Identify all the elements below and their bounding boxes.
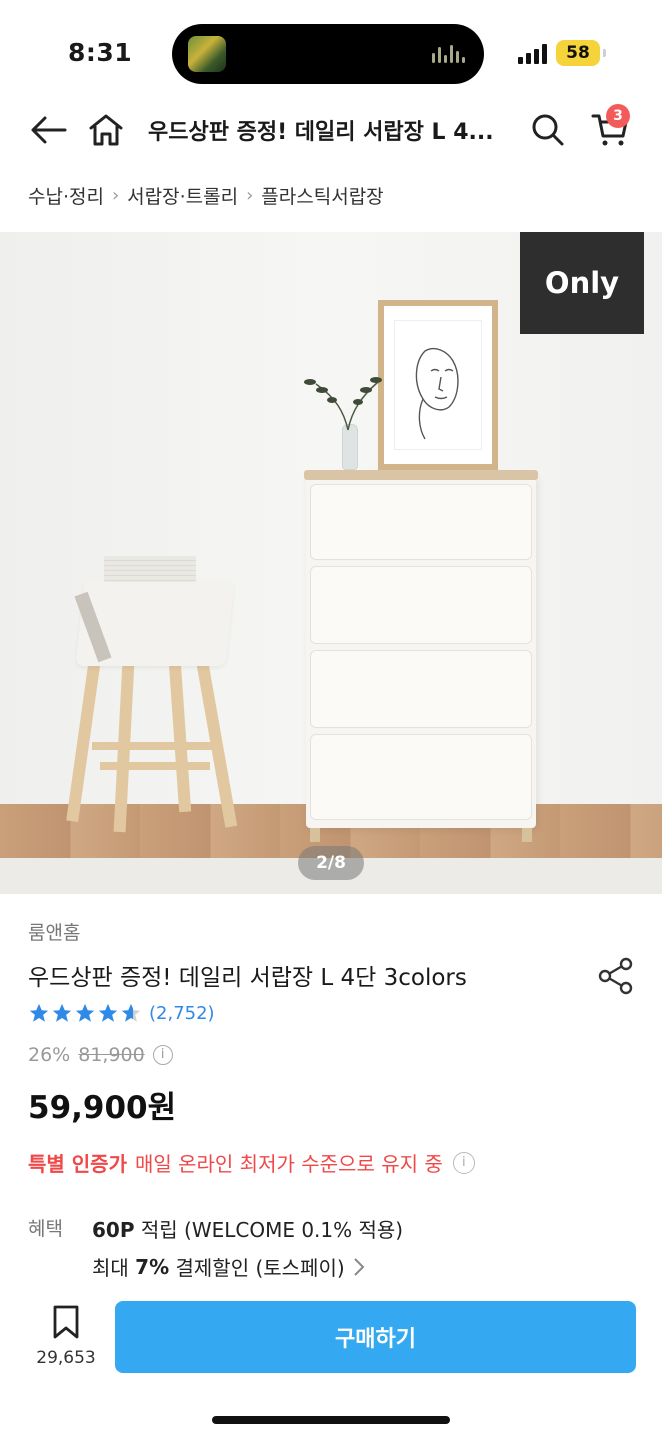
points-benefit: 60P 적립 (WELCOME 0.1% 적용) xyxy=(92,1214,403,1243)
chevron-right-icon: › xyxy=(246,185,254,206)
promo-line: 특별 인증가 매일 온라인 최저가 수준으로 유지 중 i xyxy=(28,1148,475,1177)
breadcrumb-item[interactable]: 수납·정리 xyxy=(28,182,104,209)
bookmark-icon xyxy=(53,1305,79,1339)
breadcrumb: 수납·정리 › 서랍장·트롤리 › 플라스틱서랍장 xyxy=(28,182,384,209)
promo-text: 매일 온라인 최저가 수준으로 유지 중 xyxy=(134,1152,443,1176)
product-name: 우드상판 증정! 데일리 서랍장 L 4단 3colors xyxy=(28,965,467,991)
star-icon xyxy=(75,1003,95,1022)
points-text: 적립 (WELCOME 0.1% 적용) xyxy=(140,1218,404,1242)
payment-text: 결제할인 (토스페이) xyxy=(175,1256,345,1280)
info-icon[interactable]: i xyxy=(452,1151,475,1174)
chevron-right-icon: › xyxy=(111,185,120,206)
payment-benefit[interactable]: 최대 7% 결제할인 (토스페이) xyxy=(92,1252,365,1281)
audio-wave-icon xyxy=(432,42,468,66)
signal-icon xyxy=(518,44,550,64)
payment-prefix: 최대 xyxy=(92,1256,129,1280)
discount-row: 26% 81,900 i xyxy=(28,1044,173,1066)
payment-rate: 7% xyxy=(135,1254,170,1279)
now-playing-artwork xyxy=(188,36,226,72)
books xyxy=(104,556,196,582)
search-icon[interactable] xyxy=(526,108,570,152)
dresser-product xyxy=(304,470,538,842)
breadcrumb-item[interactable]: 서랍장·트롤리 xyxy=(127,182,238,209)
rating[interactable]: (2,752) xyxy=(28,1002,215,1024)
info-icon[interactable]: i xyxy=(152,1045,173,1065)
product-image-carousel[interactable]: Only 2/8 xyxy=(0,232,662,894)
seller-name[interactable]: 룸앤홈 xyxy=(28,918,80,945)
back-icon[interactable] xyxy=(26,108,70,152)
status-bar: 8:31 58 xyxy=(0,0,662,100)
star-icon xyxy=(52,1003,72,1022)
battery-icon: 58 xyxy=(556,40,606,66)
home-icon[interactable] xyxy=(84,108,128,152)
image-pager: 2/8 xyxy=(298,846,364,880)
sale-price: 59,900원 xyxy=(28,1090,177,1126)
plant-branch xyxy=(304,377,382,431)
page-title: 우드상판 증정! 데일리 서랍장 L 4... xyxy=(148,120,494,145)
dynamic-island[interactable] xyxy=(172,24,484,84)
chevron-right-icon xyxy=(353,1257,365,1276)
star-half-icon xyxy=(121,1003,141,1022)
original-price: 81,900 xyxy=(78,1044,145,1066)
top-navigation: 우드상판 증정! 데일리 서랍장 L 4... 3 xyxy=(0,100,662,162)
buy-button[interactable]: 구매하기 xyxy=(115,1301,636,1373)
star-icon xyxy=(29,1003,49,1022)
review-count[interactable]: (2,752) xyxy=(149,1003,215,1024)
cart-button[interactable]: 3 xyxy=(588,104,632,152)
discount-rate: 26% xyxy=(28,1044,71,1066)
promo-title: 특별 인증가 xyxy=(28,1152,127,1176)
star-icon xyxy=(98,1003,118,1022)
only-badge: Only xyxy=(520,232,644,334)
bookmark-count: 29,653 xyxy=(36,1348,96,1368)
bookmark-button[interactable]: 29,653 xyxy=(30,1302,102,1374)
breadcrumb-item[interactable]: 플라스틱서랍장 xyxy=(261,182,383,209)
points-amount: 60P xyxy=(92,1218,135,1242)
picture-frame xyxy=(378,300,498,470)
cart-count-badge: 3 xyxy=(606,104,630,128)
home-indicator[interactable] xyxy=(212,1416,450,1424)
share-icon[interactable] xyxy=(596,956,636,996)
status-time: 8:31 xyxy=(68,38,133,67)
benefit-label: 혜택 xyxy=(28,1218,63,1240)
